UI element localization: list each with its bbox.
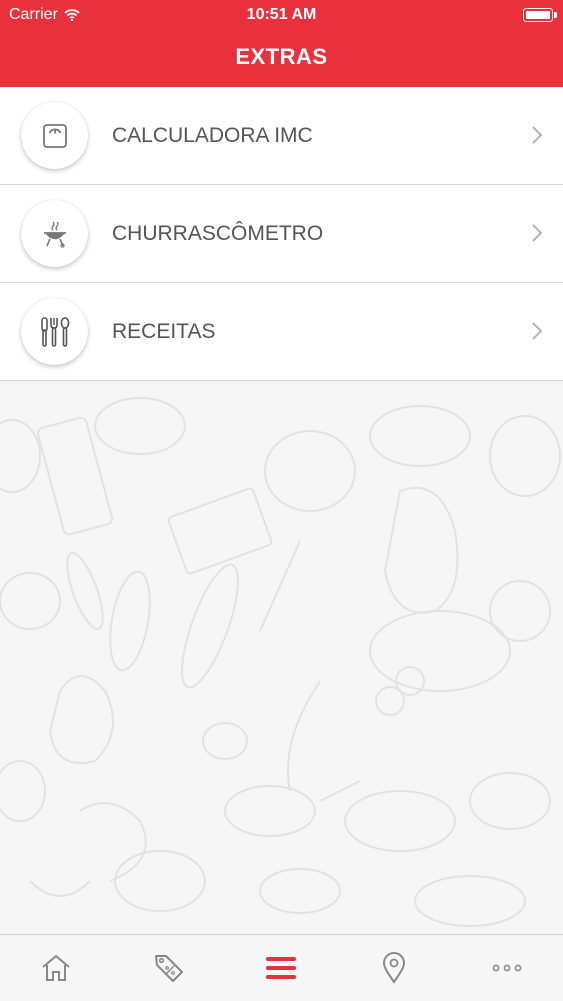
menu-item-icon-circle — [21, 298, 88, 365]
location-pin-icon — [383, 952, 406, 984]
menu-item-receitas[interactable]: RECEITAS — [0, 283, 563, 381]
status-time: 10:51 AM — [246, 6, 317, 23]
more-icon — [492, 964, 522, 972]
menu-item-label: CALCULADORA IMC — [112, 123, 313, 147]
grill-icon — [43, 221, 66, 248]
chevron-right-icon — [532, 322, 543, 340]
scale-icon — [42, 123, 67, 148]
menu-item-calculadora-imc[interactable]: CALCULADORA IMC — [0, 87, 563, 185]
home-icon — [42, 954, 70, 981]
food-sketch-background — [0, 381, 563, 934]
tab-offers[interactable] — [113, 935, 226, 1001]
tab-home[interactable] — [0, 935, 113, 1001]
status-bar: Carrier 10:51 AM — [0, 0, 563, 30]
menu-item-icon-circle — [21, 102, 88, 169]
chevron-right-icon — [532, 224, 543, 242]
menu-item-icon-circle — [21, 200, 88, 267]
navigation-header: Carrier 10:51 AM EXTRAS — [0, 0, 563, 87]
extras-menu: CALCULADORA IMC CHURRASCÔMETRO RECEITAS — [0, 87, 563, 381]
cutlery-icon — [40, 316, 69, 347]
menu-item-label: CHURRASCÔMETRO — [112, 221, 324, 245]
battery-icon — [523, 8, 557, 22]
chevron-right-icon — [532, 126, 543, 144]
page-title: EXTRAS — [235, 44, 328, 69]
food-doodle-pattern — [0, 397, 561, 927]
tab-bar — [0, 934, 563, 1001]
tab-location[interactable] — [338, 935, 451, 1001]
discount-tag-icon — [154, 955, 183, 982]
menu-item-label: RECEITAS — [112, 319, 216, 343]
menu-icon — [266, 957, 297, 979]
tab-menu[interactable] — [225, 935, 338, 1001]
tab-more[interactable] — [450, 935, 563, 1001]
menu-item-churrascometro[interactable]: CHURRASCÔMETRO — [0, 185, 563, 283]
